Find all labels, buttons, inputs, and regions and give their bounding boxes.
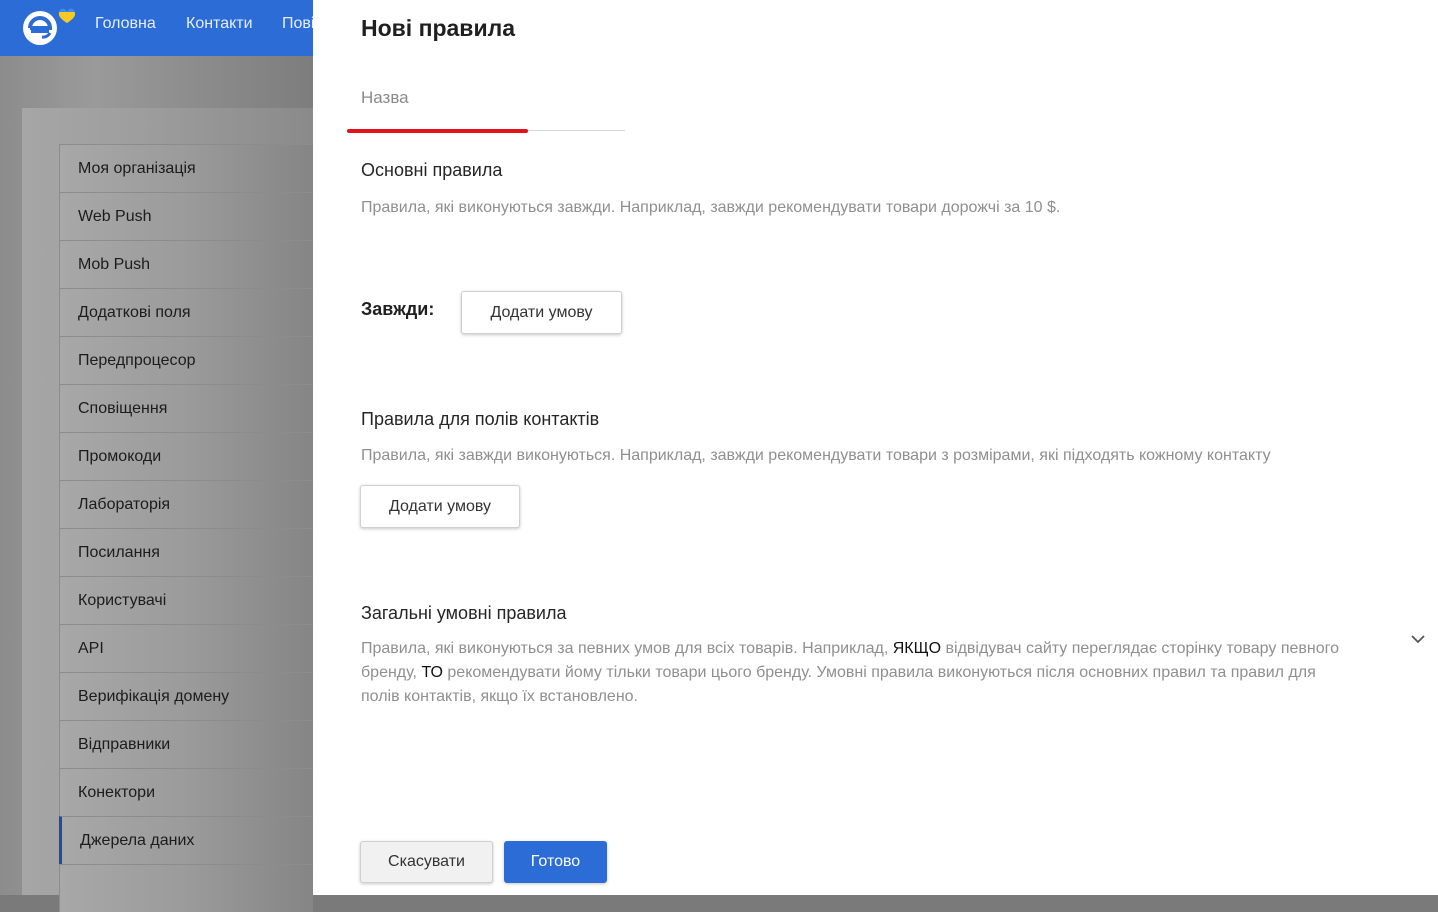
contact-rules-title: Правила для полів контактів (361, 409, 600, 429)
if-keyword: ЯКЩО (892, 640, 942, 657)
top-navbar: Головна Контакти Пові (0, 0, 313, 56)
sidebar-item-links[interactable]: Посилання (59, 528, 313, 576)
sidebar-item-promocodes[interactable]: Промокоди (59, 432, 313, 480)
sidebar-item-connectors[interactable]: Конектори (59, 768, 313, 816)
conditional-desc-part-3: рекомендувати йому тільки товари цього б… (361, 664, 1316, 705)
drawer-title: Нові правила (361, 15, 515, 41)
sidebar-item-web-push[interactable]: Web Push (59, 192, 313, 240)
rule-name-input[interactable] (347, 64, 625, 132)
done-button[interactable]: Готово (504, 841, 607, 883)
sidebar-item-preprocessor[interactable]: Передпроцесор (59, 336, 313, 384)
conditional-desc-part-1: Правила, які виконуються за певних умов … (361, 640, 889, 657)
sidebar-item-data-sources[interactable]: Джерела даних (59, 816, 313, 864)
always-label: Завжди: (361, 299, 435, 319)
add-basic-condition-button[interactable]: Додати умову (461, 291, 622, 334)
basic-rules-title: Основні правила (361, 160, 503, 180)
nav-messages-link[interactable]: Пові (282, 15, 313, 33)
settings-sidebar: Моя організація Web Push Mob Push Додатк… (59, 144, 313, 912)
nav-home-link[interactable]: Головна (95, 15, 156, 33)
add-contact-condition-button[interactable]: Додати умову (360, 485, 520, 528)
sidebar-item-additional-fields[interactable]: Додаткові поля (59, 288, 313, 336)
name-input-progress-bar (347, 129, 528, 133)
new-rules-drawer: Нові правила Основні правила Правила, як… (313, 0, 1438, 895)
sidebar-item-users[interactable]: Користувачі (59, 576, 313, 624)
sidebar-item-organization[interactable]: Моя організація (59, 144, 313, 192)
sidebar-item-laboratory[interactable]: Лабораторія (59, 480, 313, 528)
basic-rules-description: Правила, які виконуються завжди. Наприкл… (361, 199, 1061, 216)
sidebar-item-notifications[interactable]: Сповіщення (59, 384, 313, 432)
sidebar-item-more[interactable] (59, 864, 313, 912)
esputnik-logo-icon[interactable] (20, 4, 82, 50)
conditional-rules-title: Загальні умовні правила (361, 603, 567, 623)
then-keyword: ТО (421, 664, 443, 681)
sidebar-item-senders[interactable]: Відправники (59, 720, 313, 768)
sidebar-item-mob-push[interactable]: Mob Push (59, 240, 313, 288)
cancel-button[interactable]: Скасувати (360, 841, 493, 883)
conditional-rules-description: Правила, які виконуються за певних умов … (361, 637, 1351, 709)
nav-contacts-link[interactable]: Контакти (186, 15, 253, 33)
contact-rules-description: Правила, які завжди виконуються. Наприкл… (361, 447, 1271, 464)
chevron-down-icon[interactable] (1407, 628, 1429, 650)
sidebar-item-domain-verification[interactable]: Верифікація домену (59, 672, 313, 720)
sidebar-item-api[interactable]: API (59, 624, 313, 672)
